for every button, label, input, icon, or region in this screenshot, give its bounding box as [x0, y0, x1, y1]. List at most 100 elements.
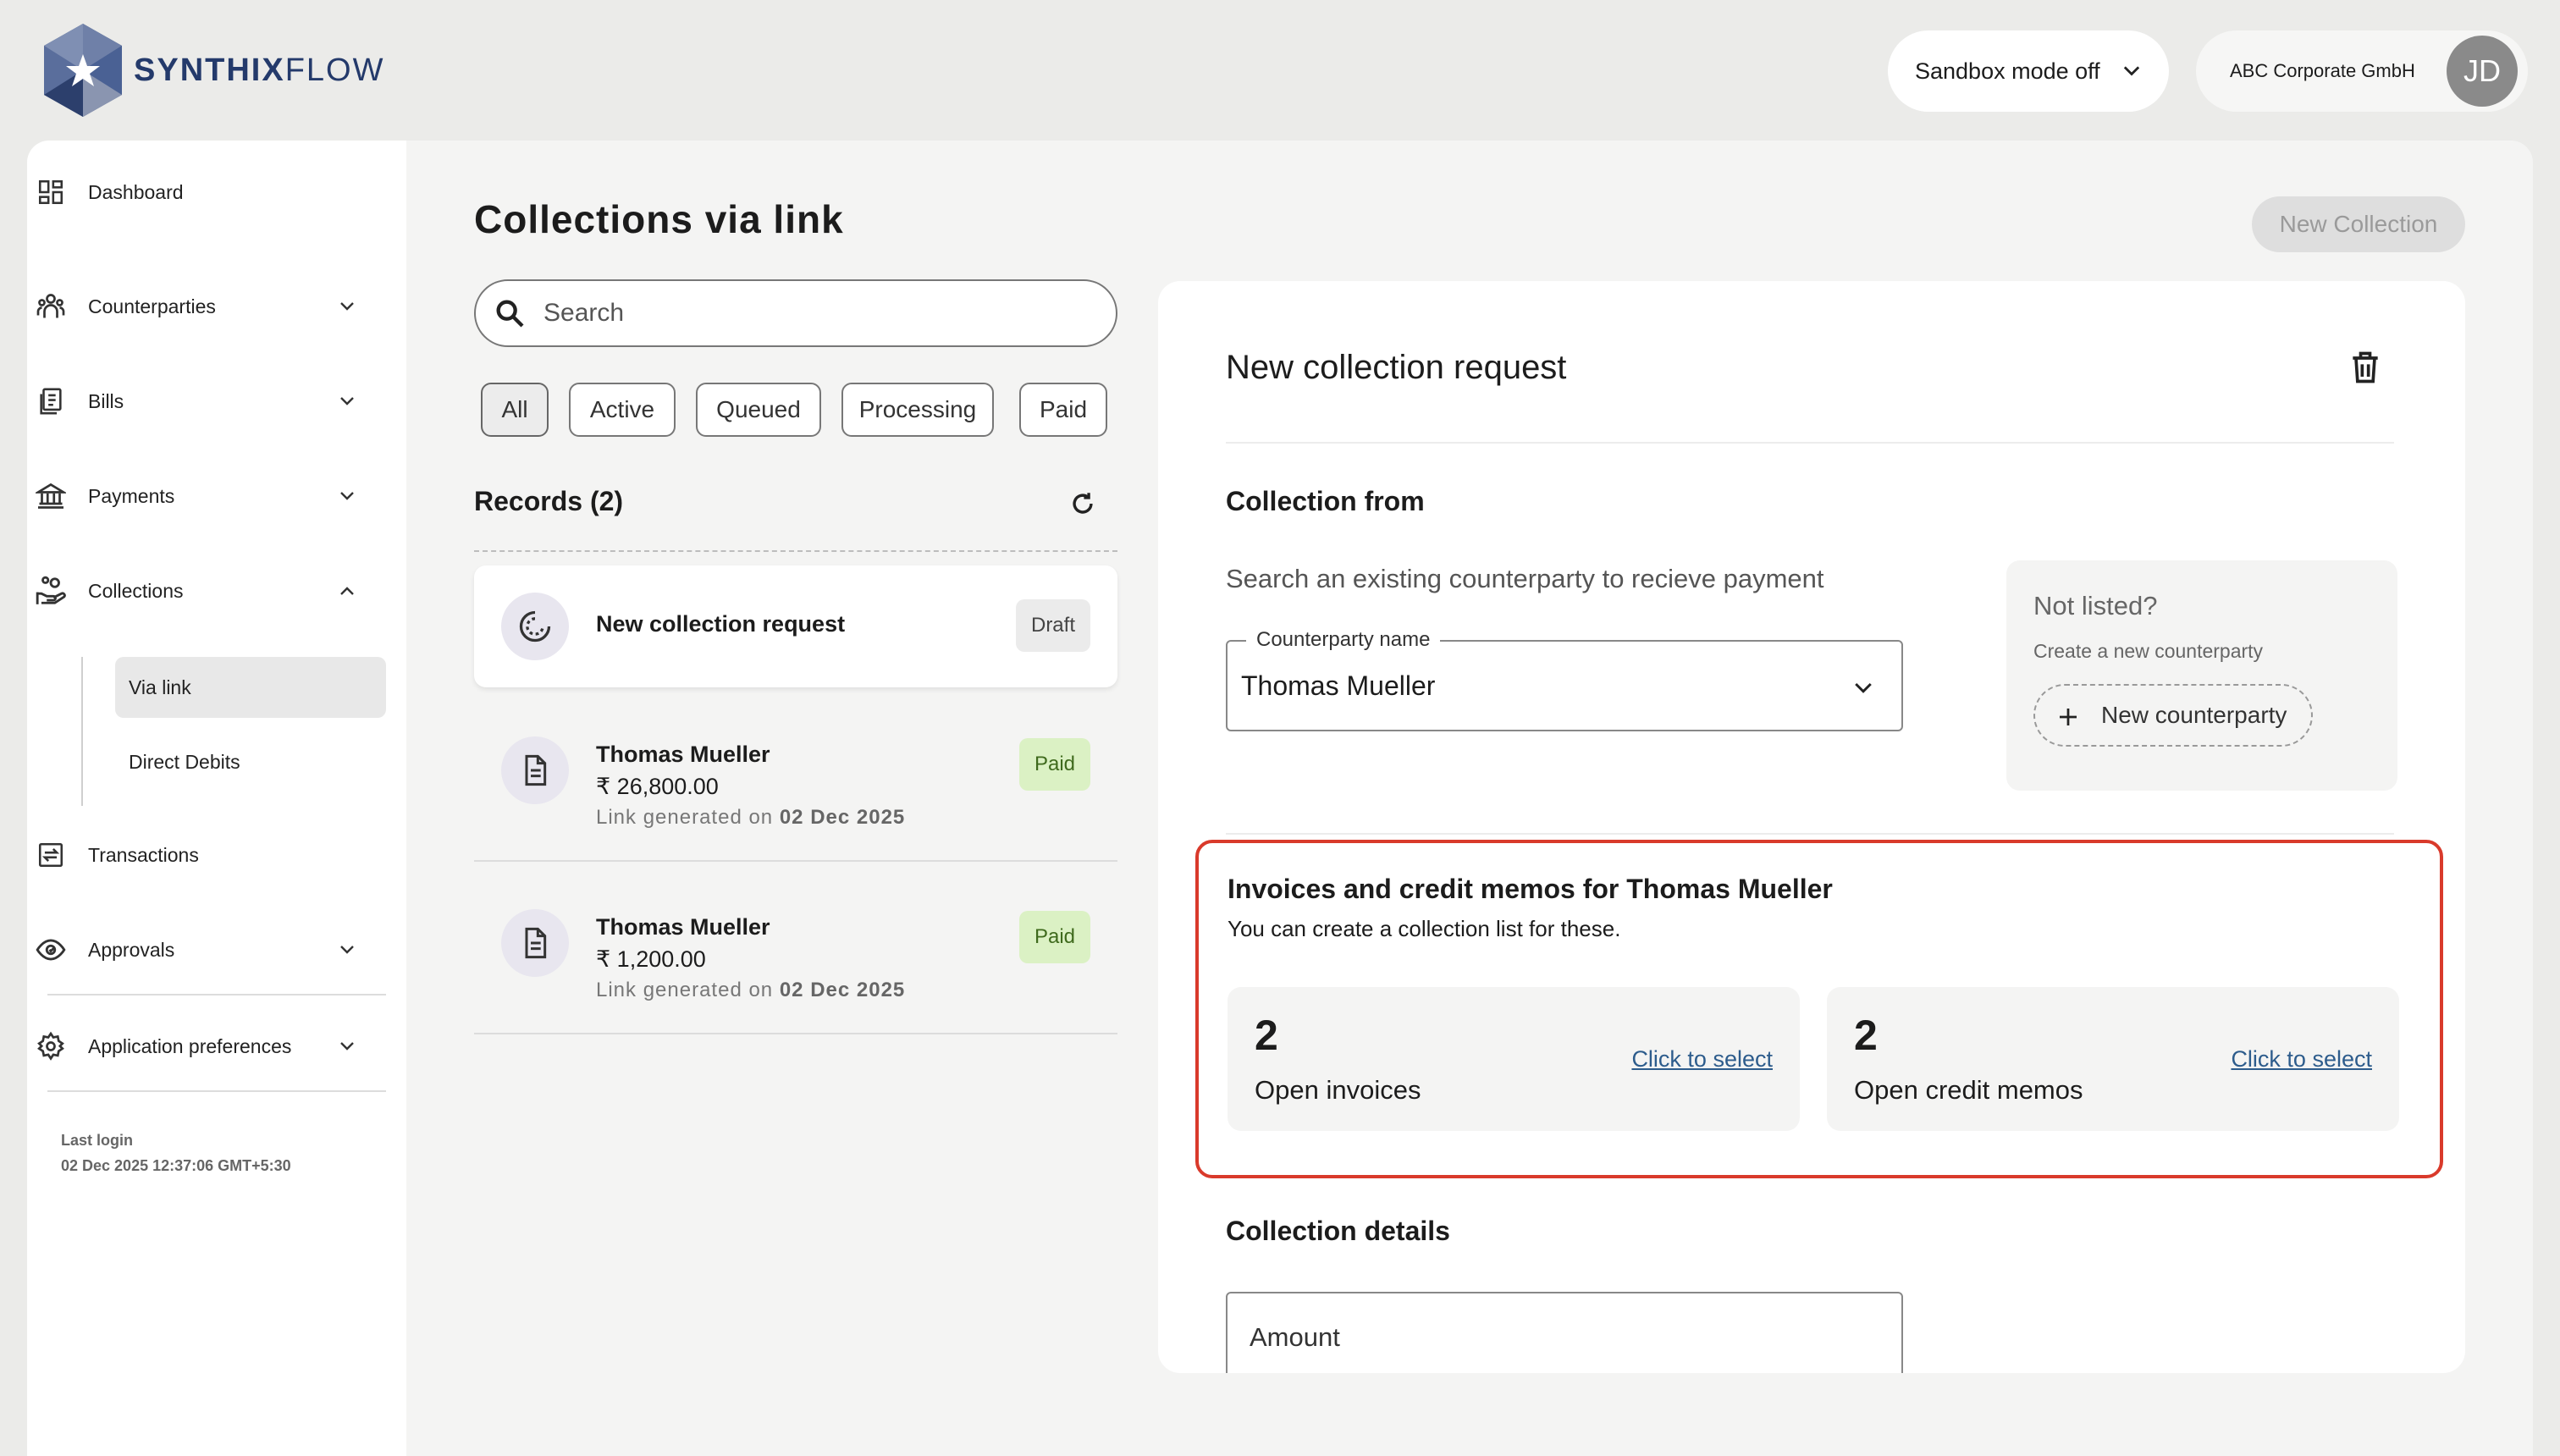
brand-name: SYNTHIXFLOW [134, 52, 385, 88]
sidebar-divider [47, 994, 386, 995]
chevron-down-icon [1851, 676, 1876, 705]
amount-label: Amount [1250, 1322, 1340, 1352]
sidebar-divider [47, 1090, 386, 1092]
form-title: New collection request [1226, 349, 1567, 386]
row-divider [474, 1033, 1117, 1034]
sidebar-item-label: Transactions [88, 843, 199, 866]
submenu-guide-line [81, 657, 83, 806]
chevron-down-icon [2120, 59, 2143, 89]
collection-details-title: Collection details [1226, 1216, 1450, 1246]
filter-chip-queued[interactable]: Queued [696, 383, 821, 437]
record-amount: ₹ 1,200.00 [596, 946, 706, 972]
select-credit-memos-link[interactable]: Click to select [2231, 1046, 2372, 1073]
search-input[interactable]: Search [474, 279, 1117, 347]
filter-chip-active[interactable]: Active [569, 383, 676, 437]
sidebar-item-label: Collections [88, 579, 184, 602]
last-login-label: Last login [61, 1132, 133, 1149]
open-invoices-label: Open invoices [1255, 1075, 1421, 1105]
list-item[interactable]: Thomas Mueller ₹ 26,800.00 Link generate… [474, 718, 1117, 862]
list-item[interactable]: New collection request Draft [474, 565, 1117, 687]
search-placeholder: Search [543, 299, 625, 327]
open-credit-memos-card: 2 Open credit memos Click to select [1827, 987, 2399, 1131]
sidebar [27, 141, 406, 1456]
status-badge: Paid [1019, 911, 1090, 963]
sidebar-item-application-preferences[interactable]: Application preferences [34, 1021, 372, 1072]
people-icon [34, 290, 68, 323]
status-badge: Draft [1016, 599, 1090, 652]
not-listed-title: Not listed? [2033, 591, 2158, 620]
invoices-subtitle: You can create a collection list for the… [1228, 916, 1621, 941]
form-divider [1226, 442, 2394, 444]
filter-chip-all[interactable]: All [481, 383, 549, 437]
record-name: Thomas Mueller [596, 914, 770, 940]
record-name: New collection request [596, 611, 846, 637]
sidebar-item-transactions[interactable]: Transactions [34, 830, 372, 880]
not-listed-box: Not listed? Create a new counterparty Ne… [2006, 560, 2397, 791]
chevron-down-icon [337, 296, 357, 322]
record-link-date: Link generated on 02 Dec 2025 [596, 806, 906, 829]
invoices-highlight-box: Invoices and credit memos for Thomas Mue… [1195, 840, 2443, 1178]
chevron-down-icon [337, 940, 357, 965]
trash-icon[interactable] [2347, 349, 2384, 390]
sidebar-item-collections[interactable]: Collections [34, 565, 372, 616]
chevron-down-icon [337, 391, 357, 416]
sidebar-item-payments[interactable]: Payments [34, 471, 372, 521]
sandbox-mode-dropdown[interactable]: Sandbox mode off [1888, 30, 2169, 112]
hand-coins-icon [34, 574, 68, 608]
last-login-value: 02 Dec 2025 12:37:06 GMT+5:30 [61, 1157, 291, 1174]
page-title: Collections via link [474, 197, 844, 241]
form-divider [1226, 833, 2394, 835]
sidebar-subitem-via-link[interactable]: Via link [115, 657, 386, 718]
sidebar-subitem-direct-debits[interactable]: Direct Debits [115, 731, 386, 792]
bank-icon [34, 479, 68, 513]
chevron-down-icon [337, 486, 357, 511]
avatar[interactable]: JD [2447, 36, 2518, 107]
new-collection-button[interactable]: New Collection [2252, 196, 2465, 252]
sidebar-subitem-label: Via link [129, 676, 191, 698]
document-icon [501, 909, 569, 977]
sidebar-item-approvals[interactable]: Approvals [34, 924, 372, 975]
new-counterparty-button[interactable]: New counterparty [2033, 684, 2313, 747]
sidebar-item-label: Payments [88, 484, 175, 507]
list-item[interactable]: Thomas Mueller ₹ 1,200.00 Link generated… [474, 891, 1117, 1034]
sidebar-item-label: Approvals [88, 938, 175, 961]
invoices-title: Invoices and credit memos for Thomas Mue… [1228, 874, 1833, 904]
sandbox-mode-label: Sandbox mode off [1915, 58, 2100, 84]
collection-form-panel: New collection request Collection from S… [1158, 281, 2465, 1373]
records-title: Records (2) [474, 486, 624, 516]
counterparty-select[interactable]: Counterparty name Thomas Mueller [1226, 628, 1903, 731]
amount-field[interactable]: Amount [1226, 1292, 1903, 1373]
filter-chip-paid[interactable]: Paid [1019, 383, 1107, 437]
gear-icon [34, 1029, 68, 1063]
refresh-icon[interactable] [1068, 489, 1097, 522]
select-invoices-link[interactable]: Click to select [1631, 1046, 1773, 1073]
sidebar-item-dashboard[interactable]: Dashboard [34, 167, 372, 218]
record-amount: ₹ 26,800.00 [596, 774, 719, 799]
records-divider [474, 550, 1117, 552]
sidebar-item-counterparties[interactable]: Counterparties [34, 281, 372, 332]
search-icon [493, 296, 527, 337]
row-divider [474, 860, 1117, 862]
counterparty-label: Counterparty name [1246, 628, 1441, 652]
chevron-down-icon [337, 1036, 357, 1062]
sidebar-item-label: Dashboard [88, 180, 184, 203]
record-name: Thomas Mueller [596, 742, 770, 767]
not-listed-subtitle: Create a new counterparty [2033, 640, 2264, 662]
chevron-up-icon [337, 581, 357, 606]
sidebar-item-label: Counterparties [88, 295, 216, 317]
brand-logo-icon[interactable] [39, 22, 127, 119]
counterparty-value: Thomas Mueller [1241, 670, 1436, 701]
organization-switcher[interactable]: ABC Corporate GmbH JD [2196, 30, 2528, 112]
last-login-info: Last login 02 Dec 2025 12:37:06 GMT+5:30 [61, 1128, 291, 1178]
dashboard-icon [34, 175, 68, 209]
sidebar-item-bills[interactable]: Bills [34, 376, 372, 427]
record-link-date: Link generated on 02 Dec 2025 [596, 979, 906, 1001]
document-icon [501, 736, 569, 804]
eye-icon [34, 933, 68, 967]
sidebar-item-label: Application preferences [88, 1034, 292, 1057]
filter-chip-processing[interactable]: Processing [841, 383, 994, 437]
plus-icon [2055, 704, 2081, 736]
bills-icon [34, 384, 68, 418]
new-counterparty-label: New counterparty [2101, 702, 2287, 728]
transfer-icon [34, 838, 68, 872]
